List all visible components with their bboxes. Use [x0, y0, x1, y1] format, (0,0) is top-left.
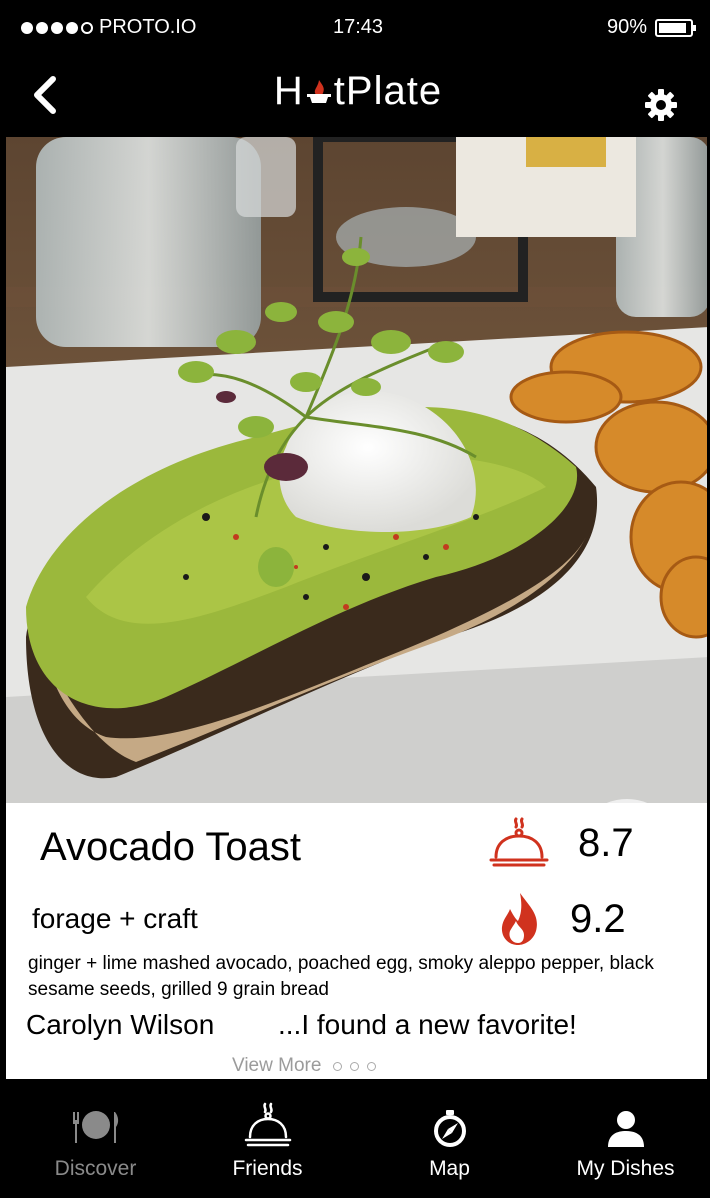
view-more-label: View More [232, 1055, 322, 1076]
cloche-icon [489, 817, 549, 867]
friends-score-value: 8.7 [578, 820, 634, 865]
nav-bar: H tPlate [3, 51, 707, 137]
tab-my-dishes-label: My Dishes [576, 1157, 675, 1180]
dish-photo-illustration [6, 137, 707, 803]
friends-score: 8.7 [488, 815, 634, 871]
compass-icon [433, 1110, 466, 1147]
battery-fill [659, 22, 686, 33]
settings-button[interactable] [641, 85, 681, 125]
gear-icon [645, 89, 677, 121]
pager-dots [333, 1061, 377, 1071]
dish-description: ginger + lime mashed avocado, poached eg… [28, 953, 654, 1000]
tab-discover[interactable]: Discover [7, 1079, 184, 1195]
tab-map-label: Map [429, 1157, 470, 1180]
flame-icon [501, 893, 537, 945]
plate-cutlery-icon [72, 1111, 118, 1143]
battery-icon [655, 18, 696, 37]
hot-score-value: 9.2 [570, 896, 626, 941]
logo-suffix: tPlate [333, 69, 443, 113]
tab-map[interactable]: Map [361, 1079, 538, 1195]
app-frame: PROTO.IO 17:43 90% H tPlate Avocado Toas… [0, 0, 710, 1198]
hot-score: 9.2 [496, 891, 626, 947]
app-logo: H tPlate [3, 69, 707, 116]
tab-friends-label: Friends [232, 1157, 303, 1180]
hotpot-logo-icon [304, 71, 334, 116]
review-text: ...I found a new favorite! [278, 1009, 577, 1040]
status-time: 17:43 [332, 16, 384, 38]
tab-my-dishes[interactable]: My Dishes [537, 1079, 707, 1195]
tab-bar: Discover Friends Map My Dishes [3, 1079, 707, 1195]
restaurant-name[interactable]: forage + craft [32, 903, 198, 935]
dish-photo [6, 137, 707, 803]
dish-name: Avocado Toast [40, 825, 301, 869]
cloche-icon [244, 1102, 291, 1147]
logo-prefix: H [273, 69, 304, 113]
user-icon [607, 1111, 644, 1147]
battery-group: 90% [606, 16, 696, 39]
tab-friends[interactable]: Friends [179, 1079, 356, 1195]
tab-discover-label: Discover [54, 1157, 137, 1180]
battery-percent: 90% [606, 16, 647, 38]
reviewer-name[interactable]: Carolyn Wilson [26, 1009, 214, 1041]
status-bar: PROTO.IO 17:43 90% [3, 3, 707, 51]
view-more-link[interactable]: View More [232, 1055, 377, 1077]
dish-info-panel: Avocado Toast 8.7 9.2 forage + craft gin… [6, 803, 707, 1079]
